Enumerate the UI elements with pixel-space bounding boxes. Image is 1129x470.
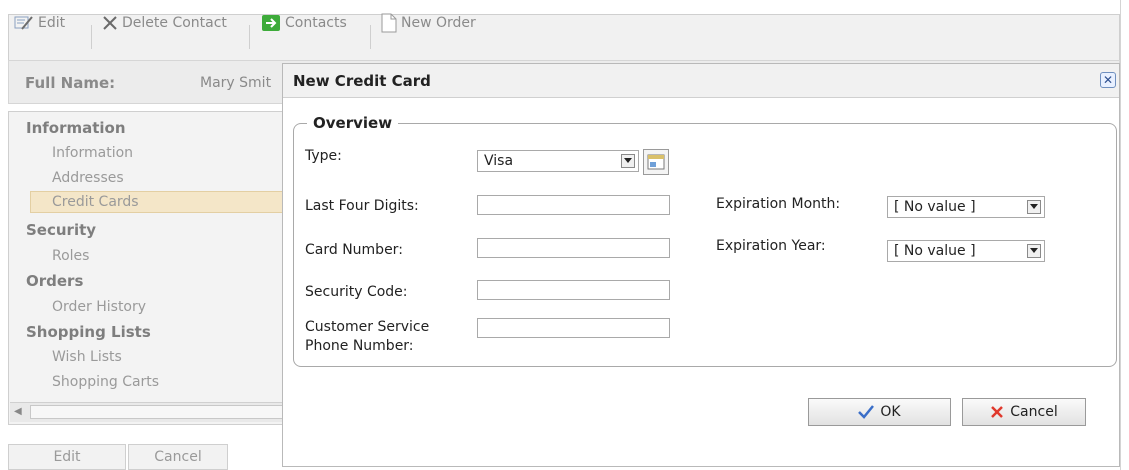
dialog-title: New Credit Card [293, 72, 431, 90]
delete-contact-label: Delete Contact [122, 15, 227, 31]
chevron-down-icon [1027, 200, 1041, 214]
nav-item-shopping-carts[interactable]: Shopping Carts [52, 374, 159, 390]
expiration-month-select[interactable]: [ No value ] [887, 196, 1045, 218]
edit-toolbar-button[interactable]: Edit [14, 13, 65, 33]
red-x-icon [991, 406, 1004, 418]
ok-label: OK [880, 404, 901, 420]
nav-item-addresses[interactable]: Addresses [52, 170, 124, 186]
document-icon [381, 13, 397, 33]
expiration-year-label: Expiration Year: [716, 238, 826, 254]
app-root: Edit Delete Contact Contacts New Order F… [0, 0, 1129, 470]
scrollbar-thumb[interactable] [30, 405, 288, 419]
type-lookup-button[interactable] [643, 149, 669, 175]
nav-item-wish-lists[interactable]: Wish Lists [52, 349, 122, 365]
green-arrow-icon [262, 15, 280, 31]
new-order-label: New Order [401, 15, 476, 31]
type-select[interactable]: Visa [477, 150, 639, 172]
contacts-label: Contacts [285, 15, 347, 31]
contacts-button[interactable]: Contacts [261, 13, 347, 33]
card-number-label: Card Number: [305, 242, 403, 258]
cancel-bottom-button[interactable]: Cancel [128, 444, 228, 470]
last-four-digits-label: Last Four Digits: [305, 198, 419, 214]
expiration-month-label: Expiration Month: [716, 196, 841, 212]
nav-section-shopping-lists[interactable]: Shopping Lists [26, 323, 151, 341]
full-name-value: Mary Smit [200, 75, 272, 91]
expiration-month-value: [ No value ] [894, 199, 976, 215]
phone-number-label-line1: Customer Service [305, 319, 430, 335]
nav-section-information[interactable]: Information [26, 119, 126, 137]
nav-item-roles[interactable]: Roles [52, 248, 89, 264]
card-number-input[interactable] [477, 238, 670, 258]
chevron-down-icon [621, 154, 635, 168]
toolbar-separator [91, 25, 92, 49]
scroll-left-arrow-icon[interactable]: ◀ [14, 406, 22, 417]
nav-item-information[interactable]: Information [52, 145, 133, 161]
last-four-digits-input[interactable] [477, 195, 670, 215]
security-code-label: Security Code: [305, 284, 408, 300]
checkmark-icon [858, 405, 875, 419]
phone-number-label-line2: Phone Number: [305, 338, 414, 354]
new-order-button[interactable]: New Order [381, 13, 476, 33]
nav-section-security[interactable]: Security [26, 221, 96, 239]
edit-toolbar-label: Edit [38, 15, 66, 31]
toolbar-separator [249, 25, 250, 49]
type-select-value: Visa [484, 153, 514, 169]
edit-button[interactable]: Edit [8, 444, 126, 470]
chevron-down-icon [1027, 244, 1041, 258]
card-lookup-icon [647, 154, 665, 170]
delete-x-icon [103, 16, 117, 30]
expiration-year-value: [ No value ] [894, 243, 976, 259]
dialog-cancel-button[interactable]: Cancel [962, 398, 1086, 426]
nav-section-orders[interactable]: Orders [26, 272, 83, 290]
expiration-year-select[interactable]: [ No value ] [887, 240, 1045, 262]
delete-contact-button[interactable]: Delete Contact [102, 13, 227, 33]
toolbar-separator [370, 25, 371, 49]
overview-legend: Overview [307, 114, 399, 132]
phone-number-input[interactable] [477, 318, 670, 338]
nav-item-order-history[interactable]: Order History [52, 299, 146, 315]
close-icon[interactable]: ✕ [1100, 72, 1116, 88]
full-name-label: Full Name: [25, 74, 116, 92]
nav-item-credit-cards[interactable]: Credit Cards [52, 194, 139, 210]
security-code-input[interactable] [477, 280, 670, 300]
type-label: Type: [305, 148, 342, 164]
dialog-cancel-label: Cancel [1010, 404, 1058, 420]
ok-button[interactable]: OK [808, 398, 951, 426]
edit-icon [14, 16, 33, 30]
